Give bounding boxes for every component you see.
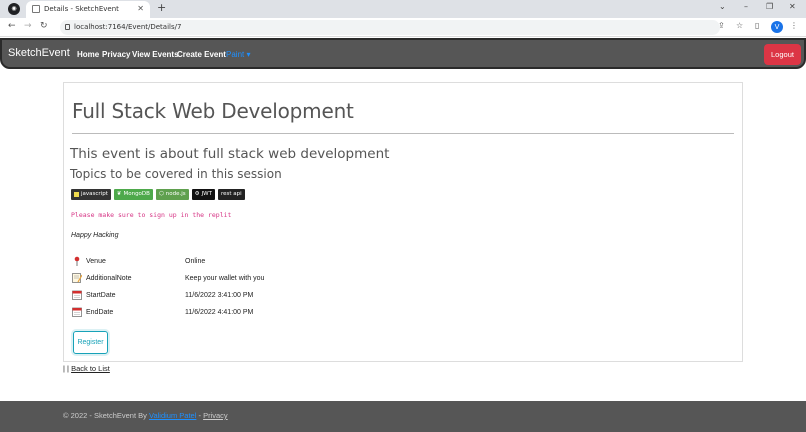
detail-start-date: StartDate 11/6/2022 3:41:00 PM [72,290,472,302]
bookmark-star-icon[interactable]: ☆ [736,21,743,30]
memo-icon [72,273,82,283]
url-input[interactable]: localhost:7164/Event/Details/7 [60,20,720,35]
brand-link[interactable]: SketchEvent [8,47,70,59]
forward-arrow-icon[interactable]: → [24,21,32,31]
new-tab-icon[interactable]: + [157,1,166,14]
nav-create-event[interactable]: Create Event [177,50,226,59]
badge-rest-api: rest api [217,189,245,200]
lock-icon [65,24,70,30]
event-title: Full Stack Web Development [72,99,354,123]
calendar-icon [72,290,82,300]
browser-tab[interactable]: Details - SketchEvent ✕ [26,1,150,18]
badge-jwt: ⚙ JWT [191,189,215,200]
badge-javascript: javascript [71,189,111,200]
nav-view-events[interactable]: View Events [132,50,179,59]
nav-home[interactable]: Home [77,50,99,59]
kebab-menu-icon[interactable]: ⋮ [790,21,798,30]
page-footer: © 2022 - SketchEvent By Validium Patel -… [0,401,806,432]
event-description: This event is about full stack web devel… [70,146,390,162]
footer-text: © 2022 - SketchEvent By Validium Patel -… [63,411,228,420]
browser-menu-icon[interactable]: ◉ [8,3,20,15]
footer-privacy-link[interactable]: Privacy [203,411,228,420]
minimize-icon[interactable]: – [744,2,748,11]
footer-author-link[interactable]: Validium Patel [149,411,196,420]
pin-icon [74,256,80,266]
back-to-list-row: | | Back to List [63,364,110,373]
tagline: Happy Hacking [71,232,119,239]
topic-badges: javascript ❦ MongoDB ⬡ node.js ⚙ JWT res… [71,189,245,200]
signup-note: Please make sure to sign up in the repli… [71,211,232,219]
close-window-icon[interactable]: ✕ [789,2,796,11]
divider [72,133,734,134]
detail-end-date: EndDate 11/6/2022 4:41:00 PM [72,307,472,319]
chevron-down-icon[interactable]: ⌄ [719,2,726,11]
register-button[interactable]: Register [73,331,108,354]
badge-mongodb: ❦ MongoDB [113,189,153,200]
reload-icon[interactable]: ↻ [40,21,48,31]
back-to-list-link[interactable]: Back to List [71,364,110,373]
separator-text: | | [63,364,69,373]
node-icon: ⬡ [158,191,164,197]
logout-button[interactable]: Logout [764,44,801,65]
share-icon[interactable]: ⇪ [718,21,725,30]
calendar-icon [72,307,82,317]
event-details-card: Full Stack Web Development This event is… [63,82,743,362]
page-favicon-icon [32,5,40,13]
close-tab-icon[interactable]: ✕ [137,4,144,13]
back-arrow-icon[interactable]: ← [8,21,16,31]
side-panel-icon[interactable]: ▯ [755,21,759,30]
restore-icon[interactable]: ❐ [766,2,773,11]
nav-privacy[interactable]: Privacy [102,50,130,59]
js-icon [74,192,79,197]
detail-additional-note: AdditionalNote Keep your wallet with you [72,273,472,285]
topics-heading: Topics to be covered in this session [70,167,282,181]
profile-avatar[interactable]: V [771,21,783,33]
badge-nodejs: ⬡ node.js [155,189,189,200]
gear-icon: ⚙ [194,191,200,197]
app-navbar: SketchEvent Home Privacy View Events Cre… [0,38,806,69]
leaf-icon: ❦ [116,191,122,197]
detail-venue: Venue Online [72,256,472,268]
tab-title: Details - SketchEvent [44,5,119,13]
address-bar-row: ← → ↻ localhost:7164/Event/Details/7 ⇪ ☆… [0,18,806,37]
nav-paint[interactable]: Paint ▾ [226,50,250,59]
browser-tabstrip: ◉ Details - SketchEvent ✕ + ⌄ – ❐ ✕ [0,0,806,18]
footer-copyright: © 2022 - SketchEvent By [63,411,147,420]
footer-separator: - [198,411,201,420]
url-text: localhost:7164/Event/Details/7 [74,23,182,31]
